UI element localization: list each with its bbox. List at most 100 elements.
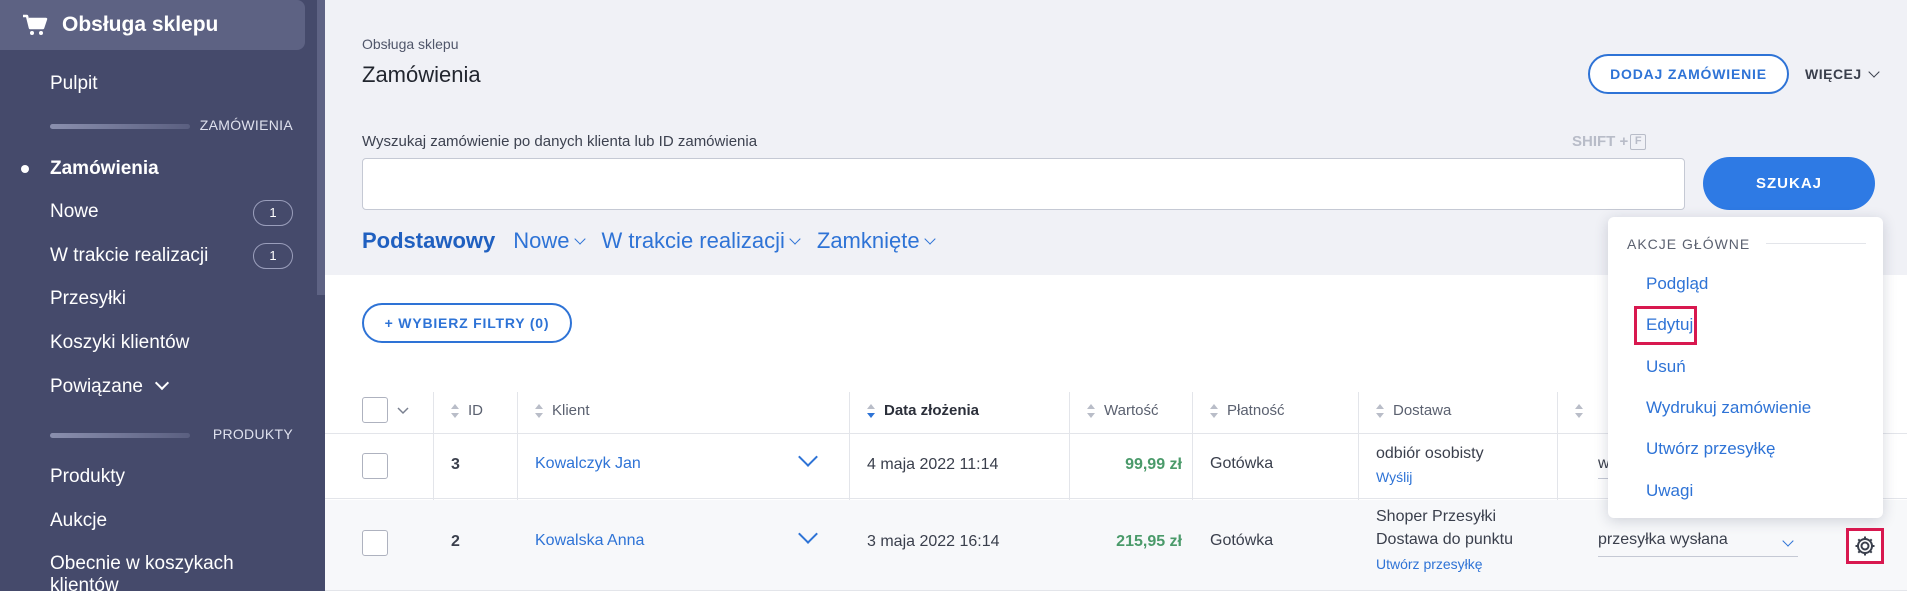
add-order-button[interactable]: DODAJ ZAMÓWIENIE	[1588, 54, 1789, 94]
chevron-down-icon[interactable]	[798, 524, 818, 544]
column-header-status[interactable]	[1575, 387, 1592, 434]
create-shipment-link[interactable]: Utwórz przesyłkę	[1376, 556, 1483, 572]
status-value: przesyłka wysłana	[1598, 531, 1728, 548]
page-title: Zamówienia	[362, 62, 481, 87]
more-menu-button[interactable]: WIĘCEJ	[1805, 66, 1880, 82]
column-header-date[interactable]: Data złożenia	[867, 387, 979, 434]
sidebar-item-aukcje[interactable]: Aukcje	[50, 510, 107, 532]
delivery-method: odbiór osobisty	[1376, 445, 1484, 462]
menu-item-delete[interactable]: Usuń	[1646, 357, 1686, 377]
sidebar-item-zamowienia[interactable]: Zamówienia	[50, 158, 159, 180]
tab-zamkniete[interactable]: Zamknięte	[817, 228, 936, 254]
column-header-payment[interactable]: Płatność	[1210, 387, 1285, 434]
column-header-client[interactable]: Klient	[535, 387, 590, 434]
sidebar-item-w-trakcie[interactable]: W trakcie realizacji	[50, 245, 208, 267]
select-all-checkbox[interactable]	[362, 397, 388, 423]
chevron-down-icon	[154, 375, 170, 391]
count-badge: 1	[253, 200, 293, 226]
sidebar-item-pulpit[interactable]: Pulpit	[50, 73, 98, 95]
status-select[interactable]: przesyłka wysłana	[1598, 531, 1798, 557]
chevron-down-icon	[573, 233, 586, 245]
sidebar-item-obecnie[interactable]: Obecnie w koszykach klientów	[50, 553, 234, 591]
order-id: 2	[451, 533, 460, 550]
edit-highlight-box	[1634, 306, 1697, 345]
delivery-carrier: Shoper Przesyłki	[1376, 508, 1497, 525]
sidebar-header[interactable]: Obsługa sklepu	[0, 0, 305, 50]
column-label: ID	[468, 402, 483, 419]
choose-filters-button[interactable]: + WYBIERZ FILTRY (0)	[362, 303, 572, 343]
column-label: Klient	[552, 402, 590, 419]
order-tabs: Podstawowy Nowe W trakcie realizacji Zam…	[362, 228, 952, 254]
section-label: ZAMÓWIENIA	[199, 117, 293, 133]
column-header-delivery[interactable]: Dostawa	[1376, 387, 1451, 434]
sidebar-item-koszyki[interactable]: Koszyki klientów	[50, 332, 189, 354]
sort-icon	[535, 403, 544, 418]
sort-icon	[1210, 403, 1219, 418]
search-button[interactable]: SZUKAJ	[1703, 157, 1875, 210]
menu-item-print[interactable]: Wydrukuj zamówienie	[1646, 398, 1811, 418]
sidebar-item-label: Obecnie w koszykach	[50, 553, 234, 574]
row-checkbox[interactable]	[362, 530, 388, 556]
column-label: Płatność	[1227, 402, 1285, 419]
sidebar-item-nowe[interactable]: Nowe	[50, 201, 99, 223]
tab-w-trakcie[interactable]: W trakcie realizacji	[601, 228, 801, 254]
chevron-down-icon	[1782, 535, 1794, 547]
send-link[interactable]: Wyślij	[1376, 469, 1412, 485]
row-checkbox[interactable]	[362, 453, 388, 479]
tab-podstawowy[interactable]: Podstawowy	[362, 228, 495, 254]
delivery-method: Dostawa do punktu	[1376, 531, 1513, 548]
actions-menu: AKCJE GŁÓWNE Podgląd Edytuj Usuń Wydruku…	[1608, 217, 1883, 518]
order-value: 99,99 zł	[1125, 456, 1182, 473]
chevron-down-icon[interactable]	[798, 447, 818, 467]
sidebar-section-orders: ZAMÓWIENIA	[50, 117, 293, 133]
search-label: Wyszukaj zamówienie po danych klienta lu…	[362, 133, 758, 150]
chevron-down-icon	[923, 233, 936, 245]
cart-icon	[23, 14, 48, 35]
tab-label: W trakcie realizacji	[601, 228, 785, 253]
sidebar-scrollbar[interactable]	[317, 0, 325, 295]
order-id: 3	[451, 456, 460, 473]
menu-divider	[1766, 243, 1866, 244]
sidebar-item-powiazane[interactable]: Powiązane	[50, 375, 170, 398]
client-link[interactable]: Kowalska Anna	[535, 532, 644, 550]
client-link[interactable]: Kowalczyk Jan	[535, 455, 641, 473]
section-divider	[50, 433, 190, 438]
section-divider	[50, 124, 190, 129]
sort-desc-icon	[867, 403, 876, 418]
count-badge: 1	[253, 243, 293, 269]
column-label: Dostawa	[1393, 402, 1452, 419]
row-actions-gear-button[interactable]	[1846, 528, 1884, 564]
sidebar-item-przesylki[interactable]: Przesyłki	[50, 288, 126, 310]
menu-title: AKCJE GŁÓWNE	[1627, 236, 1751, 252]
sidebar: Obsługa sklepu Pulpit ZAMÓWIENIA Zamówie…	[0, 0, 325, 591]
sidebar-section-products: PRODUKTY	[50, 426, 293, 442]
menu-item-create-shipment[interactable]: Utwórz przesyłkę	[1646, 439, 1775, 459]
order-date: 4 maja 2022 11:14	[867, 456, 999, 473]
sidebar-item-label: klientów	[50, 575, 119, 591]
gear-icon	[1855, 536, 1875, 556]
chevron-down-icon[interactable]	[397, 407, 409, 415]
tab-nowe[interactable]: Nowe	[513, 228, 586, 254]
breadcrumb[interactable]: Obsługa sklepu	[362, 36, 459, 52]
column-label: Wartość	[1104, 402, 1159, 419]
payment-method: Gotówka	[1210, 455, 1274, 472]
tab-label: Nowe	[513, 228, 570, 253]
menu-item-notes[interactable]: Uwagi	[1646, 481, 1693, 501]
shortcut-label: SHIFT +	[1572, 133, 1629, 150]
column-header-id[interactable]: ID	[451, 387, 483, 434]
section-label: PRODUKTY	[212, 426, 293, 442]
more-label: WIĘCEJ	[1805, 66, 1862, 82]
keyboard-shortcut-hint: SHIFT + F	[1572, 133, 1647, 151]
order-date: 3 maja 2022 16:14	[867, 533, 1000, 550]
sidebar-title: Obsługa sklepu	[62, 13, 219, 36]
shortcut-key: F	[1630, 134, 1647, 151]
chevron-down-icon	[789, 233, 801, 245]
search-input[interactable]	[362, 158, 1685, 210]
column-header-value[interactable]: Wartość	[1087, 387, 1158, 434]
payment-method: Gotówka	[1210, 532, 1274, 549]
sort-icon	[451, 403, 460, 418]
menu-item-preview[interactable]: Podgląd	[1646, 274, 1708, 294]
chevron-down-icon	[1868, 66, 1880, 78]
sort-icon	[1575, 403, 1584, 418]
sidebar-item-produkty[interactable]: Produkty	[50, 466, 125, 488]
